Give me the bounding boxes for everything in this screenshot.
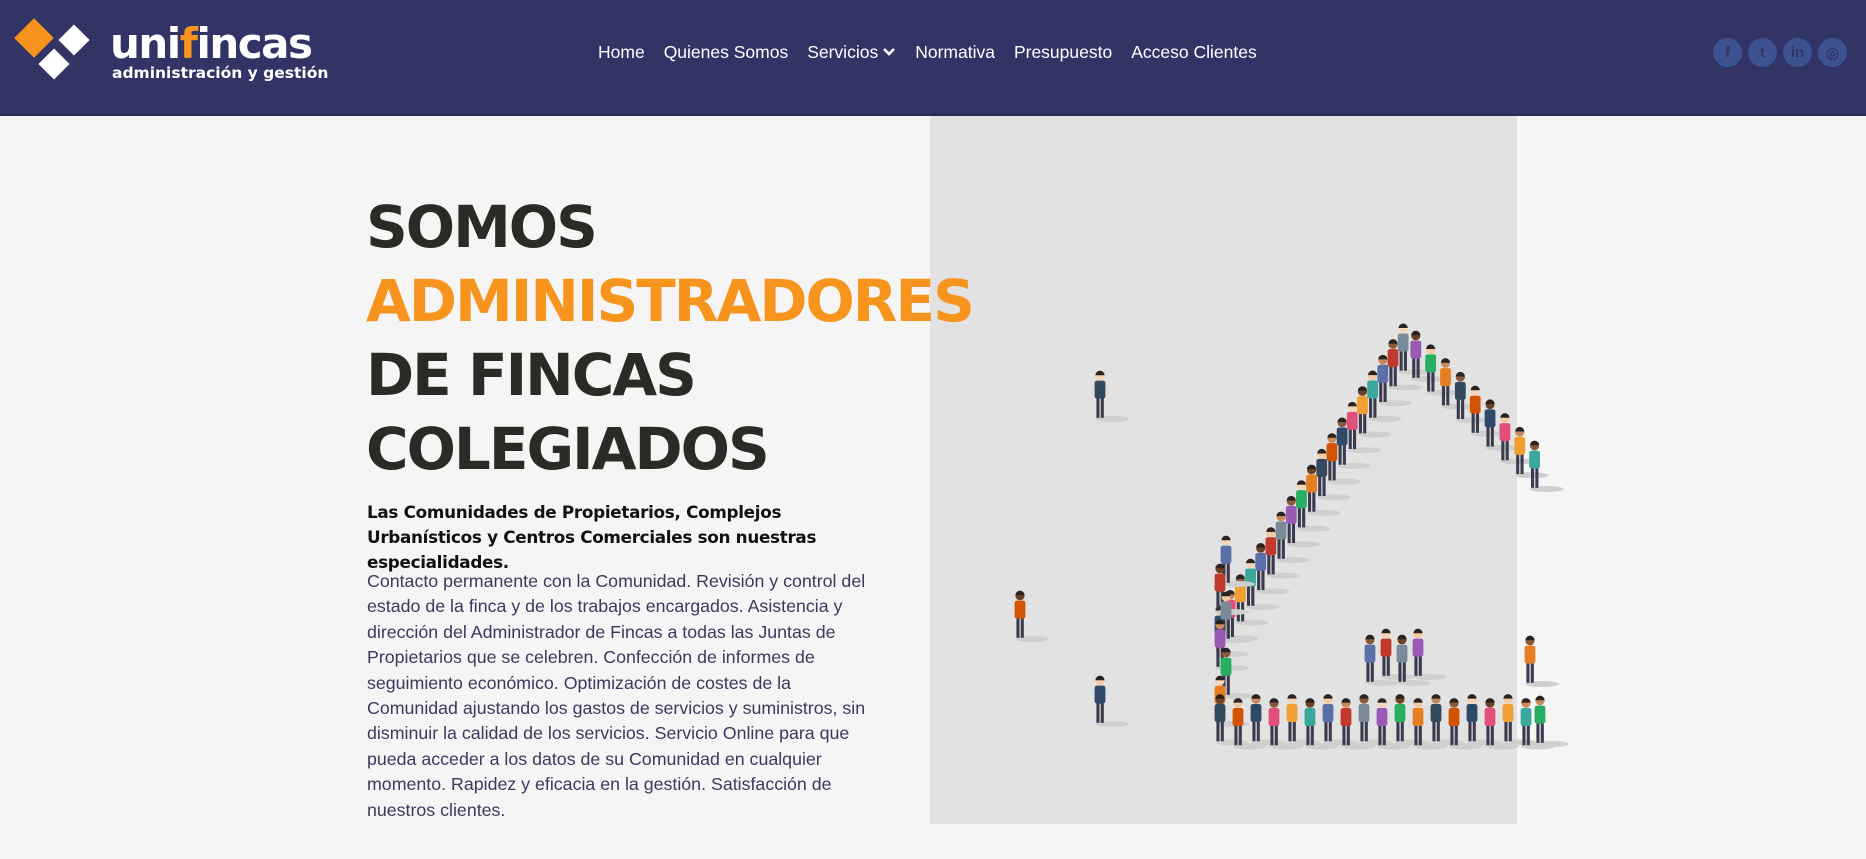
logo-diamonds-icon xyxy=(14,18,90,80)
people-forming-house-illustration xyxy=(1014,323,1569,750)
person-figure xyxy=(1529,440,1564,492)
logo-wordmark: unifincas xyxy=(110,19,313,68)
person-figure xyxy=(1286,694,1321,746)
nav-servicios[interactable]: Servicios xyxy=(807,42,896,63)
person-figure xyxy=(1524,635,1559,687)
person-figure xyxy=(1214,694,1249,746)
headline-line-3: DE FINCAS xyxy=(366,341,697,409)
person-figure xyxy=(1250,694,1285,746)
person-figure xyxy=(1014,590,1049,642)
person-figure xyxy=(1094,675,1129,727)
main-nav: Home Quienes Somos Servicios Normativa P… xyxy=(598,38,1276,66)
person-figure xyxy=(1430,694,1465,746)
person-figure xyxy=(1412,628,1447,680)
nav-normativa[interactable]: Normativa xyxy=(915,42,995,63)
nav-presupuesto[interactable]: Presupuesto xyxy=(1014,42,1112,63)
nav-acceso-clientes[interactable]: Acceso Clientes xyxy=(1131,42,1256,63)
person-figure xyxy=(1358,694,1393,746)
hero-headline: SOMOS ADMINISTRADORES DE FINCAS COLEGIAD… xyxy=(366,190,975,486)
hero-lead-text: Las Comunidades de Propietarios, Complej… xyxy=(367,502,817,572)
linkedin-icon[interactable]: in xyxy=(1783,38,1812,67)
headline-line-2: ADMINISTRADORES xyxy=(366,267,975,335)
person-figure xyxy=(1094,370,1129,422)
unifincas-logo[interactable]: unifincas administración y gestión xyxy=(14,18,328,88)
headline-line-1: SOMOS xyxy=(366,193,598,261)
nav-servicios-label: Servicios xyxy=(807,41,879,62)
site-header: unifincas administración y gestión Home … xyxy=(0,0,1866,116)
person-figure xyxy=(1534,695,1569,747)
hero-image-panel xyxy=(930,116,1569,824)
person-figure xyxy=(1502,694,1537,746)
chevron-down-icon xyxy=(883,48,896,56)
nav-quienes-somos[interactable]: Quienes Somos xyxy=(664,42,789,63)
hero-body-text: Contacto permanente con la Comunidad. Re… xyxy=(367,571,866,820)
headline-line-4: COLEGIADOS xyxy=(366,415,770,483)
facebook-icon[interactable]: f xyxy=(1713,38,1742,67)
person-figure xyxy=(1466,694,1501,746)
person-figure xyxy=(1322,694,1357,746)
instagram-icon[interactable]: ◎ xyxy=(1818,38,1847,67)
social-links: f t in ◎ xyxy=(1713,38,1853,67)
logo-tagline: administración y gestión xyxy=(112,64,329,82)
twitter-icon[interactable]: t xyxy=(1748,38,1777,67)
nav-home[interactable]: Home xyxy=(598,42,645,63)
person-figure xyxy=(1394,694,1429,746)
